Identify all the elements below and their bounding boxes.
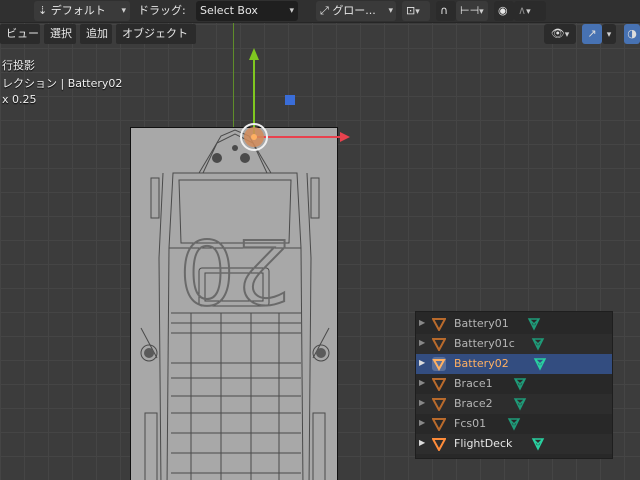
- transform-gizmo[interactable]: [230, 40, 360, 160]
- mesh-data-icon[interactable]: [512, 396, 528, 412]
- pivot-icon: ⊡: [406, 4, 416, 17]
- object-icon: [432, 318, 446, 331]
- mesh-data-icon[interactable]: [526, 316, 542, 332]
- select-mode-icon: ⇣: [38, 4, 48, 17]
- y-arrow-head: [249, 48, 259, 60]
- object-icon: [432, 418, 446, 431]
- outliner-panel: ▶ Battery01 ▶ Battery01c ▶ Battery02 ▶ B…: [415, 311, 613, 459]
- menu-view[interactable]: ビュー: [0, 24, 40, 44]
- snap-target-dropdown[interactable]: ⊢⊣▾: [456, 1, 488, 21]
- magnet-icon: ∩: [440, 4, 449, 17]
- chevron-down-icon: ▾: [388, 6, 393, 16]
- mesh-data-icon[interactable]: [532, 356, 548, 372]
- mode-dropdown[interactable]: ⇣ デフォルト ▾: [34, 1, 130, 21]
- x-arrow-head: [340, 132, 350, 142]
- select-box-dropdown[interactable]: Select Box ▾: [196, 1, 298, 21]
- chevron-down-icon: ▾: [564, 30, 570, 40]
- proportional-edit-toggle[interactable]: ◉: [494, 1, 514, 21]
- gizmo-dropdown[interactable]: ▾: [602, 24, 616, 44]
- mesh-data-icon[interactable]: [530, 336, 546, 352]
- expand-arrow-icon[interactable]: ▶: [419, 358, 425, 367]
- outliner-row-battery02[interactable]: ▶ Battery02: [416, 354, 612, 374]
- chevron-down-icon: ▾: [415, 7, 420, 17]
- object-icon: [432, 357, 446, 371]
- overlay-icon: ◑: [627, 27, 637, 40]
- outliner-row-flightdeck[interactable]: ▶ FlightDeck: [416, 434, 612, 454]
- proportional-icon: ◉: [498, 4, 508, 17]
- menu-add[interactable]: 追加: [80, 24, 112, 44]
- snap-toggle[interactable]: ∩: [436, 1, 456, 21]
- expand-arrow-icon[interactable]: ▶: [419, 378, 425, 387]
- expand-arrow-icon[interactable]: ▶: [419, 338, 425, 347]
- mesh-data-icon[interactable]: [506, 416, 522, 432]
- viewport-header: ⇣ デフォルト ▾ ドラッグ: Select Box ▾ ⤢ グロー... ▾ …: [0, 0, 640, 23]
- gizmo-toggle[interactable]: ↗: [582, 24, 602, 44]
- expand-arrow-icon[interactable]: ▶: [419, 318, 425, 327]
- object-icon: [432, 398, 446, 411]
- chevron-down-icon: ▾: [289, 6, 294, 16]
- hull-number-text: 20: [179, 219, 291, 322]
- pivot-point-dropdown[interactable]: ⊡▾: [402, 1, 430, 21]
- outliner-row-battery01[interactable]: ▶ Battery01: [416, 314, 612, 334]
- outliner-row-battery01c[interactable]: ▶ Battery01c: [416, 334, 612, 354]
- snap-increment-icon: ⊢⊣: [460, 4, 480, 17]
- object-icon: [432, 438, 446, 451]
- outliner-row-brace1[interactable]: ▶ Brace1: [416, 374, 612, 394]
- ship-wireframe: 20: [140, 129, 330, 480]
- falloff-dropdown[interactable]: ∧▾: [514, 1, 546, 21]
- ship-model-plate[interactable]: 20: [130, 127, 338, 480]
- expand-arrow-icon[interactable]: ▶: [419, 418, 425, 427]
- eye-icon: 👁: [550, 27, 565, 40]
- visibility-dropdown[interactable]: 👁▾: [544, 24, 576, 44]
- outliner-row-fcs01[interactable]: ▶ Fcs01: [416, 414, 612, 434]
- gizmo-icon: ↗: [587, 27, 597, 40]
- projection-label: 行投影: [2, 59, 35, 72]
- 3d-viewport[interactable]: 20 ⇣ デフォルト ▾ ドラッグ: Select Box ▾ ⤢ グロー...: [0, 0, 640, 480]
- menu-select[interactable]: 選択: [44, 24, 76, 44]
- chevron-down-icon: ▾: [526, 7, 531, 17]
- drag-label: ドラッグ:: [138, 4, 186, 17]
- xy-plane-handle: [285, 95, 295, 105]
- transform-orientation-dropdown[interactable]: ⤢ グロー... ▾: [316, 1, 396, 21]
- falloff-curve-icon: ∧: [518, 4, 527, 17]
- object-icon: [432, 378, 446, 391]
- expand-arrow-icon[interactable]: ▶: [419, 398, 425, 407]
- scale-label: x 0.25: [2, 93, 37, 106]
- chevron-down-icon: ▾: [606, 30, 612, 40]
- menu-object[interactable]: オブジェクト: [116, 24, 196, 44]
- outliner-row-brace2[interactable]: ▶ Brace2: [416, 394, 612, 414]
- chevron-down-icon: ▾: [479, 7, 484, 17]
- mesh-data-icon[interactable]: [530, 436, 546, 452]
- collection-label: レクション | Battery02: [2, 77, 123, 90]
- chevron-down-icon: ▾: [121, 6, 126, 16]
- overlay-toggle[interactable]: ◑: [624, 24, 640, 44]
- object-icon: [432, 338, 446, 351]
- mesh-data-icon[interactable]: [512, 376, 528, 392]
- orientation-icon: ⤢: [320, 4, 329, 17]
- expand-arrow-icon[interactable]: ▶: [419, 438, 425, 447]
